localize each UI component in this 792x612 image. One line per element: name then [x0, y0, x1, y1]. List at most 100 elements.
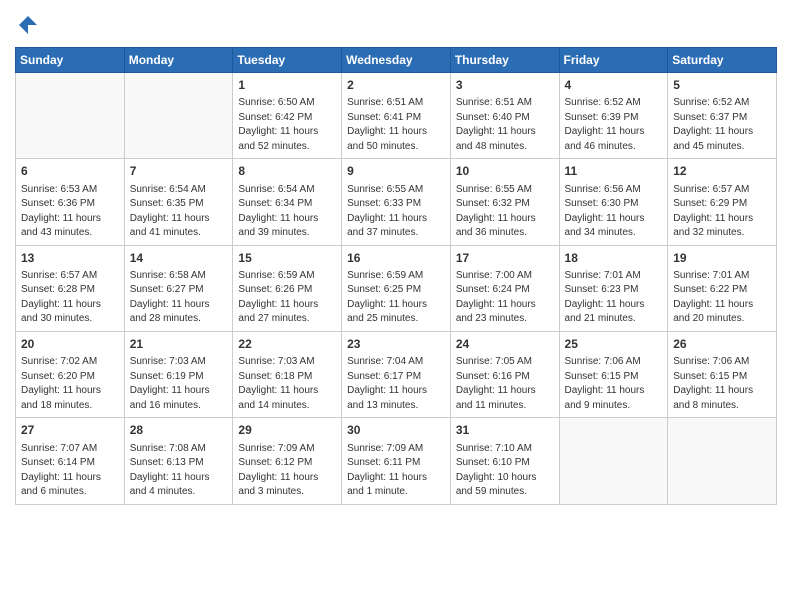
col-header-friday: Friday	[559, 47, 668, 72]
cell-details: Sunrise: 6:58 AMSunset: 6:27 PMDaylight:…	[130, 269, 228, 327]
cell-details: Sunrise: 6:51 AMSunset: 6:41 PMDaylight:…	[347, 96, 445, 154]
day-number: 15	[238, 250, 336, 267]
calendar-cell: 20Sunrise: 7:02 AMSunset: 6:20 PMDayligh…	[16, 331, 125, 417]
calendar-cell: 4Sunrise: 6:52 AMSunset: 6:39 PMDaylight…	[559, 72, 668, 158]
calendar-table: SundayMondayTuesdayWednesdayThursdayFrid…	[15, 47, 777, 505]
day-number: 25	[565, 336, 663, 353]
calendar-cell: 9 Sunrise: 6:55 AMSunset: 6:33 PMDaylight…	[342, 159, 451, 245]
cell-details: Sunrise: 7:09 AMSunset: 6:11 PMDaylight:…	[347, 442, 445, 500]
day-number: 9	[347, 163, 445, 180]
calendar-cell	[559, 418, 668, 504]
cell-details: Sunrise: 7:10 AMSunset: 6:10 PMDaylight:…	[456, 442, 554, 500]
calendar-cell	[16, 72, 125, 158]
calendar-cell: 27 Sunrise: 7:07 AMSunset: 6:14 PMDayligh…	[16, 418, 125, 504]
cell-details: Sunrise: 7:01 AMSunset: 6:23 PMDaylight:…	[565, 269, 663, 327]
cell-details: Sunrise: 7:07 AMSunset: 6:14 PMDaylight:…	[21, 442, 119, 500]
calendar-cell: 21Sunrise: 7:03 AMSunset: 6:19 PMDayligh…	[124, 331, 233, 417]
calendar-cell: 5 Sunrise: 6:52 AMSunset: 6:37 PMDaylight…	[668, 72, 777, 158]
calendar-cell: 3 Sunrise: 6:51 AMSunset: 6:40 PMDaylight…	[450, 72, 559, 158]
day-number: 31	[456, 422, 554, 439]
calendar-cell: 30Sunrise: 7:09 AMSunset: 6:11 PMDayligh…	[342, 418, 451, 504]
cell-details: Sunrise: 6:51 AMSunset: 6:40 PMDaylight:…	[456, 96, 554, 154]
cell-details: Sunrise: 6:52 AMSunset: 6:39 PMDaylight:…	[565, 96, 663, 154]
cell-details: Sunrise: 7:01 AMSunset: 6:22 PMDaylight:…	[673, 269, 771, 327]
calendar-cell: 24 Sunrise: 7:05 AMSunset: 6:16 PMDayligh…	[450, 331, 559, 417]
calendar-cell: 14 Sunrise: 6:58 AMSunset: 6:27 PMDayligh…	[124, 245, 233, 331]
day-number: 11	[565, 163, 663, 180]
calendar-cell: 6 Sunrise: 6:53 AMSunset: 6:36 PMDaylight…	[16, 159, 125, 245]
calendar-cell: 8 Sunrise: 6:54 AMSunset: 6:34 PMDaylight…	[233, 159, 342, 245]
col-header-thursday: Thursday	[450, 47, 559, 72]
col-header-saturday: Saturday	[668, 47, 777, 72]
cell-details: Sunrise: 7:06 AMSunset: 6:15 PMDaylight:…	[565, 355, 663, 413]
calendar-cell: 25 Sunrise: 7:06 AMSunset: 6:15 PMDayligh…	[559, 331, 668, 417]
day-number: 2	[347, 77, 445, 94]
day-number: 3	[456, 77, 554, 94]
calendar-cell	[124, 72, 233, 158]
calendar-cell: 22 Sunrise: 7:03 AMSunset: 6:18 PMDayligh…	[233, 331, 342, 417]
day-number: 18	[565, 250, 663, 267]
day-number: 10	[456, 163, 554, 180]
day-number: 6	[21, 163, 119, 180]
day-number: 5	[673, 77, 771, 94]
col-header-tuesday: Tuesday	[233, 47, 342, 72]
cell-details: Sunrise: 6:54 AMSunset: 6:34 PMDaylight:…	[238, 183, 336, 241]
cell-details: Sunrise: 7:08 AMSunset: 6:13 PMDaylight:…	[130, 442, 228, 500]
cell-details: Sunrise: 6:52 AMSunset: 6:37 PMDaylight:…	[673, 96, 771, 154]
cell-details: Sunrise: 6:56 AMSunset: 6:30 PMDaylight:…	[565, 183, 663, 241]
calendar-cell	[668, 418, 777, 504]
calendar-cell: 26 Sunrise: 7:06 AMSunset: 6:15 PMDayligh…	[668, 331, 777, 417]
day-number: 13	[21, 250, 119, 267]
day-number: 22	[238, 336, 336, 353]
day-number: 8	[238, 163, 336, 180]
cell-details: Sunrise: 6:55 AMSunset: 6:32 PMDaylight:…	[456, 183, 554, 241]
calendar-cell: 16 Sunrise: 6:59 AMSunset: 6:25 PMDayligh…	[342, 245, 451, 331]
week-row-3: 13 Sunrise: 6:57 AMSunset: 6:28 PMDayligh…	[16, 245, 777, 331]
calendar-cell: 12Sunrise: 6:57 AMSunset: 6:29 PMDayligh…	[668, 159, 777, 245]
week-row-2: 6 Sunrise: 6:53 AMSunset: 6:36 PMDaylight…	[16, 159, 777, 245]
logo	[15, 14, 39, 41]
calendar-cell: 19 Sunrise: 7:01 AMSunset: 6:22 PMDayligh…	[668, 245, 777, 331]
calendar-cell: 23 Sunrise: 7:04 AMSunset: 6:17 PMDayligh…	[342, 331, 451, 417]
week-row-4: 20Sunrise: 7:02 AMSunset: 6:20 PMDayligh…	[16, 331, 777, 417]
cell-details: Sunrise: 7:02 AMSunset: 6:20 PMDaylight:…	[21, 355, 119, 413]
day-number: 27	[21, 422, 119, 439]
cell-details: Sunrise: 7:04 AMSunset: 6:17 PMDaylight:…	[347, 355, 445, 413]
logo-icon	[17, 14, 39, 36]
col-header-sunday: Sunday	[16, 47, 125, 72]
cell-details: Sunrise: 6:59 AMSunset: 6:26 PMDaylight:…	[238, 269, 336, 327]
calendar-cell: 29 Sunrise: 7:09 AMSunset: 6:12 PMDayligh…	[233, 418, 342, 504]
week-row-1: 1 Sunrise: 6:50 AMSunset: 6:42 PMDaylight…	[16, 72, 777, 158]
cell-details: Sunrise: 7:05 AMSunset: 6:16 PMDaylight:…	[456, 355, 554, 413]
calendar-cell: 10 Sunrise: 6:55 AMSunset: 6:32 PMDayligh…	[450, 159, 559, 245]
calendar-cell: 17 Sunrise: 7:00 AMSunset: 6:24 PMDayligh…	[450, 245, 559, 331]
cell-details: Sunrise: 6:53 AMSunset: 6:36 PMDaylight:…	[21, 183, 119, 241]
cell-details: Sunrise: 7:06 AMSunset: 6:15 PMDaylight:…	[673, 355, 771, 413]
day-number: 26	[673, 336, 771, 353]
day-number: 17	[456, 250, 554, 267]
day-number: 1	[238, 77, 336, 94]
cell-details: Sunrise: 7:09 AMSunset: 6:12 PMDaylight:…	[238, 442, 336, 500]
day-number: 14	[130, 250, 228, 267]
day-number: 29	[238, 422, 336, 439]
calendar-cell: 11 Sunrise: 6:56 AMSunset: 6:30 PMDayligh…	[559, 159, 668, 245]
cell-details: Sunrise: 7:00 AMSunset: 6:24 PMDaylight:…	[456, 269, 554, 327]
cell-details: Sunrise: 6:55 AMSunset: 6:33 PMDaylight:…	[347, 183, 445, 241]
day-number: 19	[673, 250, 771, 267]
cell-details: Sunrise: 6:57 AMSunset: 6:28 PMDaylight:…	[21, 269, 119, 327]
day-number: 24	[456, 336, 554, 353]
calendar-cell: 28 Sunrise: 7:08 AMSunset: 6:13 PMDayligh…	[124, 418, 233, 504]
col-header-monday: Monday	[124, 47, 233, 72]
calendar-cell: 7Sunrise: 6:54 AMSunset: 6:35 PMDaylight…	[124, 159, 233, 245]
day-number: 16	[347, 250, 445, 267]
week-row-5: 27 Sunrise: 7:07 AMSunset: 6:14 PMDayligh…	[16, 418, 777, 504]
cell-details: Sunrise: 7:03 AMSunset: 6:18 PMDaylight:…	[238, 355, 336, 413]
calendar-cell: 15 Sunrise: 6:59 AMSunset: 6:26 PMDayligh…	[233, 245, 342, 331]
day-number: 23	[347, 336, 445, 353]
day-number: 28	[130, 422, 228, 439]
day-number: 21	[130, 336, 228, 353]
cell-details: Sunrise: 6:59 AMSunset: 6:25 PMDaylight:…	[347, 269, 445, 327]
cell-details: Sunrise: 6:50 AMSunset: 6:42 PMDaylight:…	[238, 96, 336, 154]
calendar-cell: 1 Sunrise: 6:50 AMSunset: 6:42 PMDaylight…	[233, 72, 342, 158]
calendar-cell: 2 Sunrise: 6:51 AMSunset: 6:41 PMDaylight…	[342, 72, 451, 158]
